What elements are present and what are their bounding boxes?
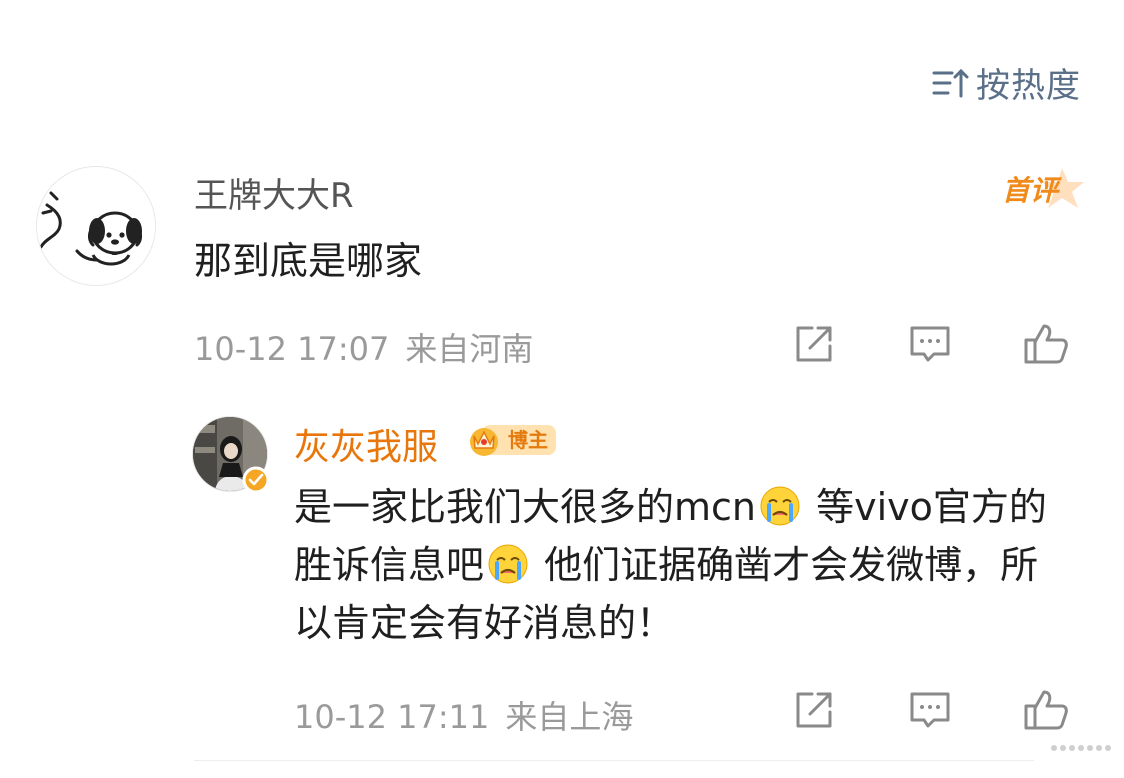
comment-actions bbox=[790, 320, 1070, 368]
watermark-dots bbox=[1051, 745, 1111, 751]
crying-face-emoji bbox=[488, 544, 528, 584]
divider bbox=[194, 760, 1034, 761]
share-icon[interactable] bbox=[790, 320, 838, 368]
crying-face-emoji bbox=[760, 486, 800, 526]
comment-time: 10-12 17:07 bbox=[194, 330, 390, 368]
svg-text:首评: 首评 bbox=[1002, 174, 1062, 207]
crown-icon bbox=[470, 428, 498, 456]
like-icon[interactable] bbox=[1022, 320, 1070, 368]
comment-icon[interactable] bbox=[906, 686, 954, 734]
sort-label: 按热度 bbox=[976, 66, 1081, 106]
reply-username[interactable]: 灰灰我服 bbox=[294, 418, 438, 470]
reply-text: 是一家比我们大很多的mcn 等vivo官方的胜诉信息吧 他们证据确凿才会发微博，… bbox=[294, 478, 1074, 652]
like-icon[interactable] bbox=[1022, 686, 1070, 734]
share-icon[interactable] bbox=[790, 686, 838, 734]
reply-meta: 10-12 17:11 来自上海 bbox=[294, 692, 633, 738]
reply-text-part: 是一家比我们大很多的mcn bbox=[294, 485, 756, 529]
comment-location: 来自河南 bbox=[405, 330, 534, 368]
comment-text: 那到底是哪家 bbox=[194, 239, 423, 283]
avatar[interactable] bbox=[36, 166, 156, 286]
sort-by-hot-button[interactable]: 按热度 bbox=[930, 58, 1081, 107]
reply-time: 10-12 17:11 bbox=[294, 698, 490, 736]
comment-meta: 10-12 17:07 来自河南 bbox=[194, 324, 533, 370]
blogger-badge: 博主 bbox=[466, 422, 556, 458]
sort-icon bbox=[932, 68, 969, 97]
first-comment-badge: 首评 bbox=[1000, 168, 1086, 212]
verified-icon bbox=[242, 466, 270, 494]
reply-location: 来自上海 bbox=[505, 698, 634, 736]
comment-icon[interactable] bbox=[906, 320, 954, 368]
comment-username[interactable]: 王牌大大R bbox=[194, 168, 354, 217]
reply-actions bbox=[790, 686, 1070, 734]
